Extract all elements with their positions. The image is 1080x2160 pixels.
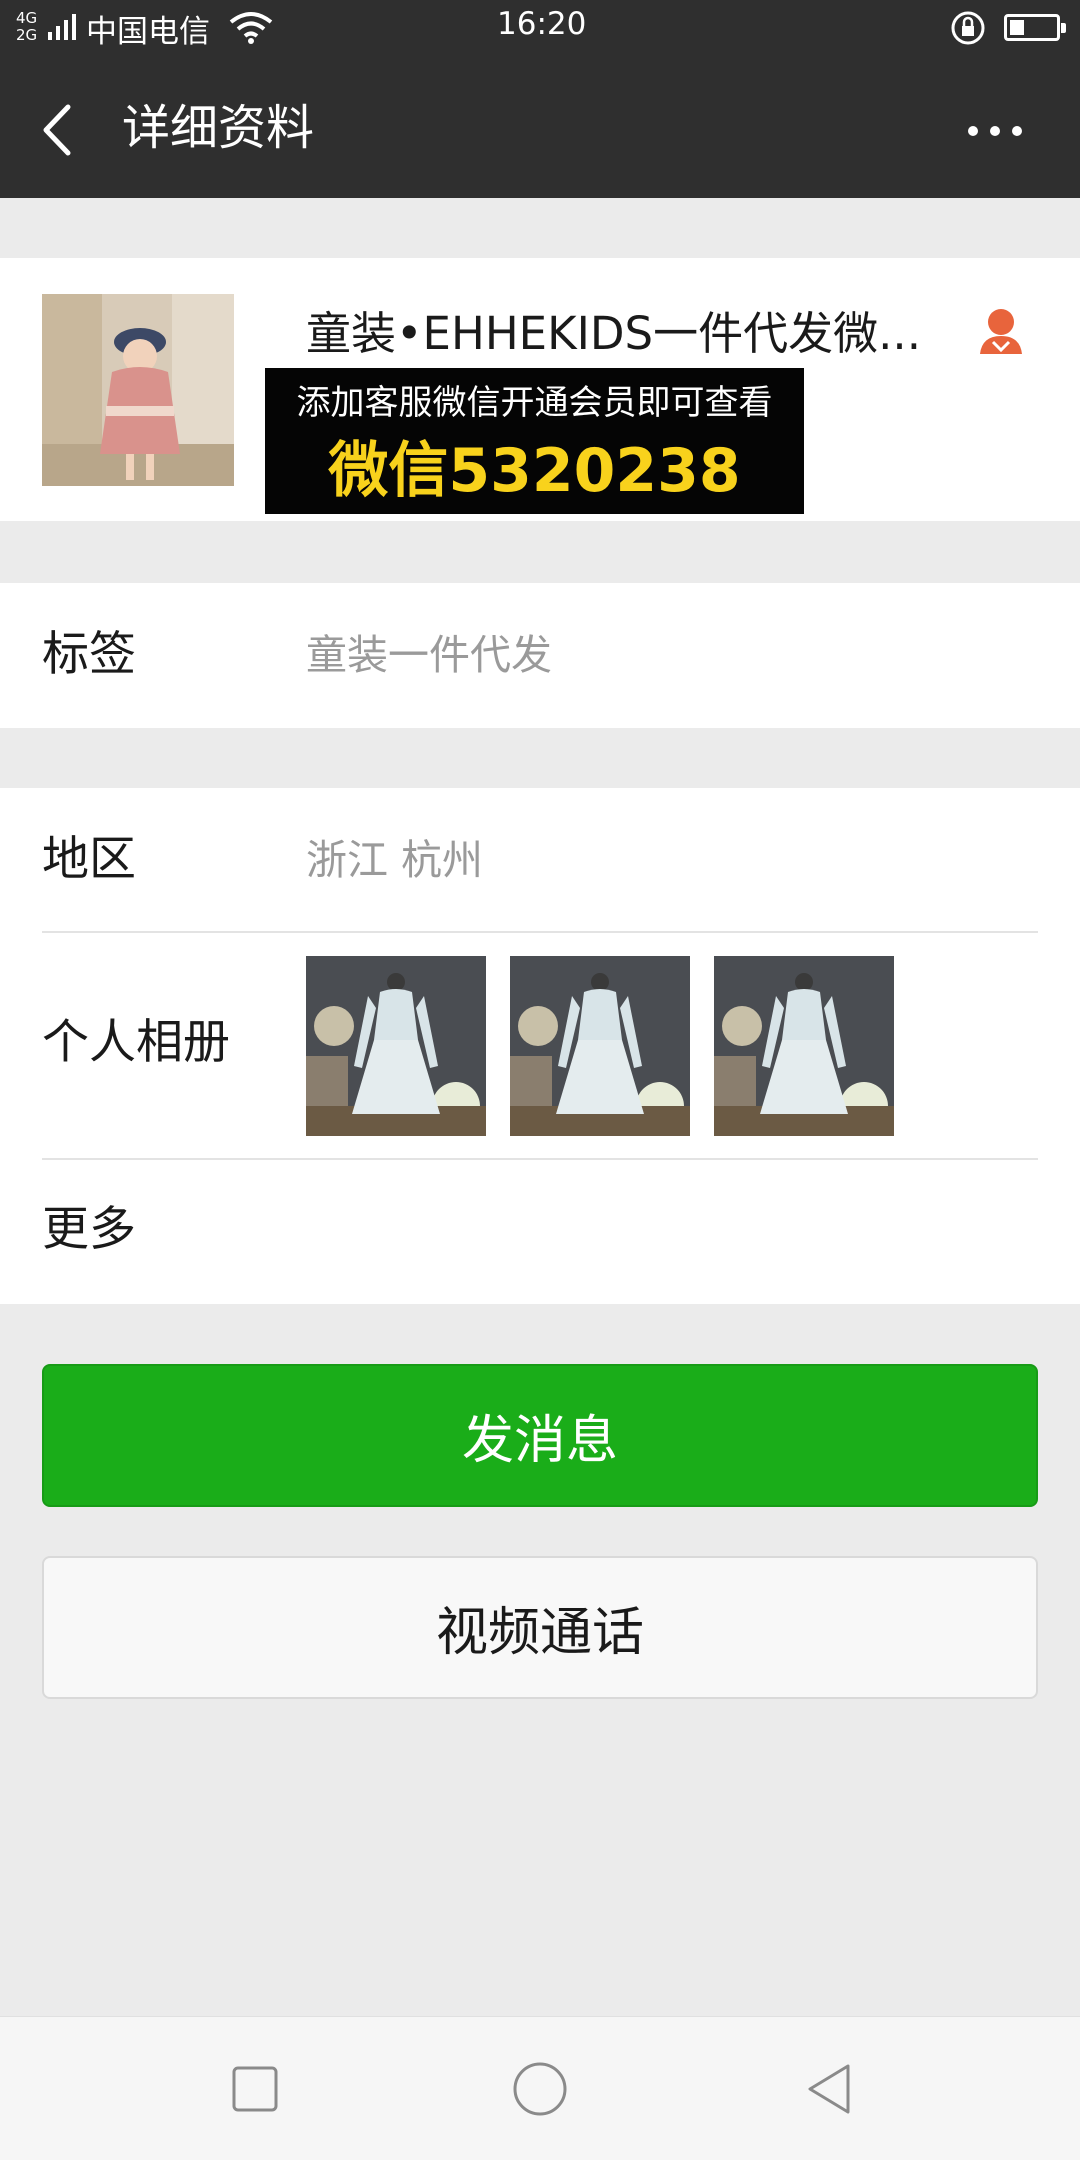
region-row: 地区 浙江 杭州 bbox=[0, 788, 1080, 931]
tag-value: 童装一件代发 bbox=[306, 631, 552, 679]
system-nav-bar bbox=[0, 2016, 1080, 2160]
more-row[interactable]: 更多 bbox=[0, 1160, 1080, 1304]
tag-label: 标签 bbox=[42, 627, 136, 682]
region-value: 浙江 杭州 bbox=[306, 836, 484, 884]
back-arrow-icon[interactable] bbox=[30, 95, 90, 165]
send-message-button[interactable]: 发消息 bbox=[42, 1364, 1038, 1507]
battery-icon bbox=[1004, 14, 1066, 41]
more-dots-icon[interactable] bbox=[960, 110, 1030, 150]
album-photo[interactable] bbox=[714, 956, 894, 1136]
recent-apps-icon[interactable] bbox=[231, 2065, 279, 2113]
title-bar: 详细资料 bbox=[0, 55, 1080, 198]
carrier-name: 中国电信 bbox=[86, 14, 210, 50]
video-call-button[interactable]: 视频通话 bbox=[42, 1556, 1038, 1699]
album-photo[interactable] bbox=[306, 956, 486, 1136]
signal-icon bbox=[48, 14, 76, 40]
profile-card: 童装•EHHEKIDS一件代发微... 添加客服微信开通会员即可查看 微信532… bbox=[0, 258, 1080, 521]
promo-wechat-id: 微信5320238 bbox=[328, 436, 741, 506]
region-label: 地区 bbox=[42, 832, 136, 887]
info-group: 地区 浙江 杭州 个人相册 更多 bbox=[0, 788, 1080, 1304]
album-label: 个人相册 bbox=[42, 1015, 230, 1070]
back-icon[interactable] bbox=[804, 2061, 854, 2117]
more-label: 更多 bbox=[42, 1202, 136, 1257]
album-photo[interactable] bbox=[510, 956, 690, 1136]
display-name: 童装•EHHEKIDS一件代发微... bbox=[306, 307, 921, 360]
clock: 16:20 bbox=[497, 6, 587, 42]
network-type: 4G 2G bbox=[16, 9, 38, 44]
promo-text: 添加客服微信开通会员即可查看 bbox=[296, 383, 773, 423]
avatar[interactable] bbox=[42, 294, 234, 486]
promo-banner: 添加客服微信开通会员即可查看 微信5320238 bbox=[265, 368, 804, 514]
status-bar: 4G 2G 中国电信 16:20 bbox=[0, 0, 1080, 55]
wifi-icon bbox=[229, 12, 273, 44]
home-icon[interactable] bbox=[512, 2061, 568, 2117]
female-user-icon bbox=[980, 309, 1022, 354]
tag-row[interactable]: 标签 童装一件代发 bbox=[0, 583, 1080, 728]
page-title: 详细资料 bbox=[122, 100, 315, 156]
rotation-lock-icon bbox=[951, 11, 985, 45]
